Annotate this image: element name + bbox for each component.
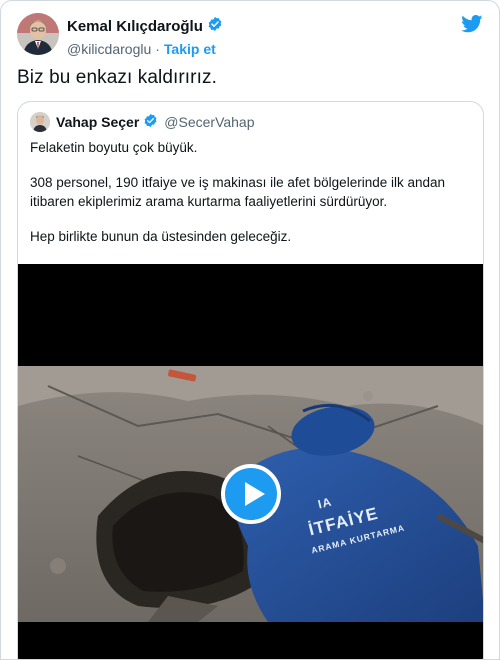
author-name[interactable]: Kemal Kılıçdaroğlu [67,18,203,35]
quoted-tweet[interactable]: Vahap Seçer @SecerVahap Felaketin boyutu… [17,101,484,659]
author-avatar[interactable] [17,13,59,55]
separator-dot: · [155,41,160,57]
quoted-author-name[interactable]: Vahap Seçer [56,114,139,130]
verified-badge-icon [207,16,223,37]
quoted-header: Vahap Seçer @SecerVahap [56,113,255,131]
quoted-author-handle[interactable]: @SecerVahap [164,114,254,130]
follow-button[interactable]: Takip et [164,41,216,57]
quoted-author-avatar[interactable] [30,112,50,132]
quoted-paragraph: Hep birlikte bunun da üstesinden geleceğ… [30,229,292,244]
tweet-text: Biz bu enkazı kaldırırız. [17,67,217,88]
play-button[interactable] [221,464,281,524]
quoted-paragraph: Felaketin boyutu çok büyük. [30,140,198,155]
play-icon [245,482,265,506]
tweet-card: Kemal Kılıçdaroğlu @kilicdaroglu · Takip… [0,0,500,660]
quoted-paragraph: 308 personel, 190 itfaiye ve iş makinası… [30,175,446,209]
verified-badge-icon [143,113,158,131]
author-handle[interactable]: @kilicdaroglu [67,41,151,57]
video-player[interactable]: IA İTFAİYE ARAMA KURTARMA [18,264,483,659]
author-block: Kemal Kılıçdaroğlu @kilicdaroglu · Takip… [67,16,223,57]
twitter-bird-icon[interactable] [461,15,483,38]
